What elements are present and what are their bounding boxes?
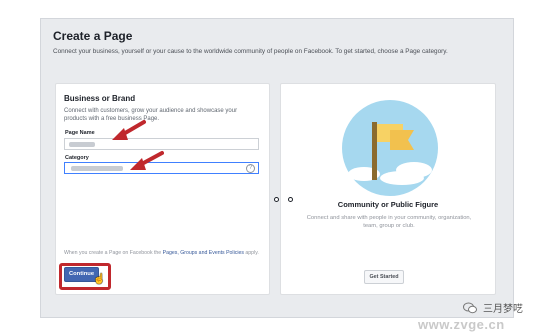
policy-link[interactable]: Pages, Groups and Events Policies [163,250,244,256]
annotation-arrow-category [130,151,164,170]
policy-text: When you create a Page on Facebook the [64,250,163,256]
blurred-value [69,142,95,147]
business-brand-description: Connect with customers, grow your audien… [64,108,238,122]
policy-notice: When you create a Page on Facebook the P… [64,249,264,257]
business-brand-card: Business or Brand Connect with customers… [55,83,270,295]
wechat-icon [463,302,477,314]
page-name-input[interactable] [64,138,259,150]
page-name-label: Page Name [65,130,95,136]
watermark-url: www.zvge.cn [418,317,505,332]
radio-business[interactable] [274,197,279,202]
community-description: Connect and share with people in your co… [306,215,472,229]
cursor-icon: ☝ [93,274,106,285]
flag-icon [342,100,438,196]
community-title: Community or Public Figure [337,200,439,209]
page-title: Create a Page [53,29,133,43]
category-label: Category [65,155,89,161]
watermark-name: 三月梦呓 [483,304,523,315]
policy-tail: apply. [243,250,259,256]
get-started-button[interactable]: Get Started [364,270,404,284]
page-subtitle: Connect your business, yourself or your … [53,48,448,55]
annotation-arrow-page-name [112,120,146,140]
business-brand-title: Business or Brand [64,94,136,103]
help-icon[interactable]: ? [246,164,255,173]
radio-community[interactable] [288,197,293,202]
community-public-figure-card[interactable]: Community or Public Figure Connect and s… [280,83,496,295]
blurred-value [71,166,123,171]
create-page-frame: Create a Page Connect your business, you… [40,18,514,318]
